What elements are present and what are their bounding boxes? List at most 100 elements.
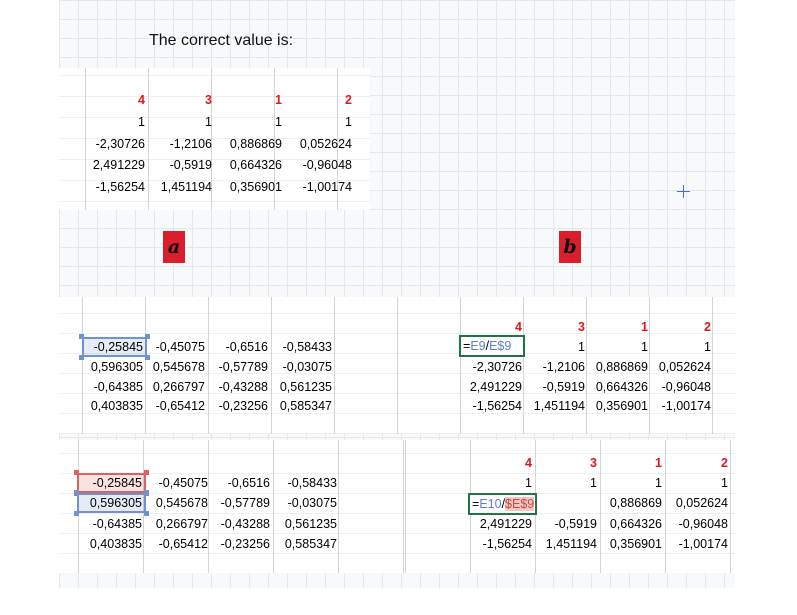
b1-right-cell[interactable]: 0,664326	[588, 377, 651, 397]
correct-cell[interactable]: 0,356901	[219, 177, 285, 197]
b2-right-cell[interactable]: 0,052624	[666, 493, 731, 513]
label-b: b	[559, 231, 581, 263]
b2-left-cell[interactable]: -0,03075	[275, 493, 340, 513]
b2-left-cell[interactable]: -0,6516	[208, 473, 273, 493]
b2-left-cell[interactable]: -0,58433	[275, 473, 340, 493]
b1-left-cell[interactable]: -0,64385	[83, 377, 146, 397]
b1-left-cell[interactable]: 0,545678	[145, 357, 208, 377]
formula-part-b: E$9	[489, 339, 512, 353]
correct-cell[interactable]: 0,052624	[289, 134, 355, 154]
b2-right-header[interactable]: 3	[535, 453, 600, 473]
b2-right-cell[interactable]: -1,56254	[470, 534, 535, 554]
correct-cell[interactable]: -1,56254	[82, 177, 148, 197]
b2-left-cell[interactable]: -0,45075	[146, 473, 211, 493]
b1-right-cell[interactable]: 1	[525, 337, 588, 357]
correct-cell[interactable]: 2,491229	[82, 155, 148, 175]
b1-right-cell[interactable]: -1,00174	[651, 396, 714, 416]
selection-handle[interactable]	[74, 511, 79, 516]
correct-cell[interactable]: 1	[219, 112, 285, 132]
b2-left-cell[interactable]: 0,266797	[146, 514, 211, 534]
b2-left-cell[interactable]: -0,25845	[80, 473, 145, 493]
b1-right-cell[interactable]: 1	[651, 337, 714, 357]
b2-right-header[interactable]: 4	[470, 453, 535, 473]
b2-right-cell[interactable]: 1	[470, 473, 535, 493]
b1-right-header[interactable]: 3	[525, 317, 588, 337]
b1-left-cell[interactable]: 0,403835	[83, 396, 146, 416]
b2-left-cell[interactable]: 0,596305	[80, 493, 145, 513]
correct-cell[interactable]: 0,664326	[219, 155, 285, 175]
correct-cell[interactable]: 1,451194	[149, 177, 215, 197]
b1-left-cell[interactable]: -0,6516	[208, 337, 271, 357]
b1-right-cell[interactable]: 0,356901	[588, 396, 651, 416]
b1-right-cell[interactable]: -2,30726	[462, 357, 525, 377]
correct-header[interactable]: 2	[289, 90, 355, 110]
correct-header[interactable]: 3	[149, 90, 215, 110]
b2-left-cell[interactable]: -0,57789	[208, 493, 273, 513]
b2-right-cell[interactable]: -0,96048	[666, 514, 731, 534]
b1-right-cell[interactable]: 2,491229	[462, 377, 525, 397]
b2-right-header[interactable]: 1	[600, 453, 665, 473]
correct-cell[interactable]: 0,886869	[219, 134, 285, 154]
b1-right-cell[interactable]: 0,052624	[651, 357, 714, 377]
b1-left-cell[interactable]: -0,03075	[272, 357, 335, 377]
b2-right-cell[interactable]: -1,00174	[666, 534, 731, 554]
b2-right-cell[interactable]: -0,5919	[535, 514, 600, 534]
b1-left-cell[interactable]: -0,58433	[272, 337, 335, 357]
label-a: a	[163, 231, 185, 263]
correct-cell[interactable]: 1	[149, 112, 215, 132]
b1-left-cell[interactable]: 0,596305	[83, 357, 146, 377]
b2-left-cell[interactable]: 0,403835	[80, 534, 145, 554]
b1-left-cell[interactable]: 0,561235	[272, 377, 335, 397]
b2-left-cell[interactable]: -0,64385	[80, 514, 145, 534]
b1-left-cell[interactable]: -0,45075	[145, 337, 208, 357]
b1-left-cell[interactable]: 0,585347	[272, 396, 335, 416]
b1-right-cell[interactable]: 0,886869	[588, 357, 651, 377]
correct-cell[interactable]: -1,2106	[149, 134, 215, 154]
b2-right-cell[interactable]	[535, 493, 600, 513]
correct-cell[interactable]: -0,96048	[289, 155, 355, 175]
b1-right-cell[interactable]: 1	[588, 337, 651, 357]
b2-right-cell[interactable]: 2,491229	[470, 514, 535, 534]
b1-left-cell[interactable]: -0,65412	[145, 396, 208, 416]
correct-cell[interactable]: -1,00174	[289, 177, 355, 197]
correct-cell[interactable]: 1	[289, 112, 355, 132]
b1-left-cell[interactable]: -0,43288	[208, 377, 271, 397]
b2-right-cell[interactable]: 1,451194	[535, 534, 600, 554]
b1-right-header[interactable]: 4	[462, 317, 525, 337]
b1-left-cell[interactable]: -0,57789	[208, 357, 271, 377]
b2-left-cell[interactable]: -0,65412	[146, 534, 211, 554]
b1-right-header[interactable]: 1	[588, 317, 651, 337]
formula-edit-cell[interactable]: =E10/$E$9	[468, 493, 537, 515]
correct-header[interactable]: 1	[219, 90, 285, 110]
formula-edit-cell[interactable]: =E9/E$9	[459, 335, 525, 357]
b1-left-cell[interactable]: 0,266797	[145, 377, 208, 397]
b1-left-cell[interactable]: -0,23256	[208, 396, 271, 416]
b1-left-cell[interactable]: -0,25845	[83, 337, 146, 357]
b2-right-cell[interactable]: 1	[600, 473, 665, 493]
b2-right-cell[interactable]: 0,664326	[600, 514, 665, 534]
correct-cell[interactable]: -2,30726	[82, 134, 148, 154]
b1-right-cell[interactable]: -1,56254	[462, 396, 525, 416]
b2-left-cell[interactable]: -0,23256	[208, 534, 273, 554]
b2-right-cell[interactable]: 1	[666, 473, 731, 493]
b1-right-cell[interactable]: -0,96048	[651, 377, 714, 397]
selection-handle[interactable]	[74, 490, 79, 495]
formula-part-a: E9	[470, 339, 486, 353]
correct-header[interactable]: 4	[82, 90, 148, 110]
b2-left-cell[interactable]: 0,561235	[275, 514, 340, 534]
b2-left-cell[interactable]: 0,545678	[146, 493, 211, 513]
correct-cell[interactable]: 1	[82, 112, 148, 132]
b2-right-cell[interactable]: 0,356901	[600, 534, 665, 554]
b1-right-cell[interactable]: -1,2106	[525, 357, 588, 377]
b2-left-cell[interactable]: 0,585347	[275, 534, 340, 554]
intro-text: The correct value is:	[149, 32, 294, 49]
selection-handle[interactable]	[74, 470, 79, 475]
correct-cell[interactable]: -0,5919	[149, 155, 215, 175]
b2-left-cell[interactable]: -0,43288	[208, 514, 273, 534]
b2-right-cell[interactable]: 0,886869	[600, 493, 665, 513]
b2-right-header[interactable]: 2	[666, 453, 731, 473]
b1-right-cell[interactable]: -0,5919	[525, 377, 588, 397]
b2-right-cell[interactable]: 1	[535, 473, 600, 493]
b1-right-cell[interactable]: 1,451194	[525, 396, 588, 416]
b1-right-header[interactable]: 2	[651, 317, 714, 337]
